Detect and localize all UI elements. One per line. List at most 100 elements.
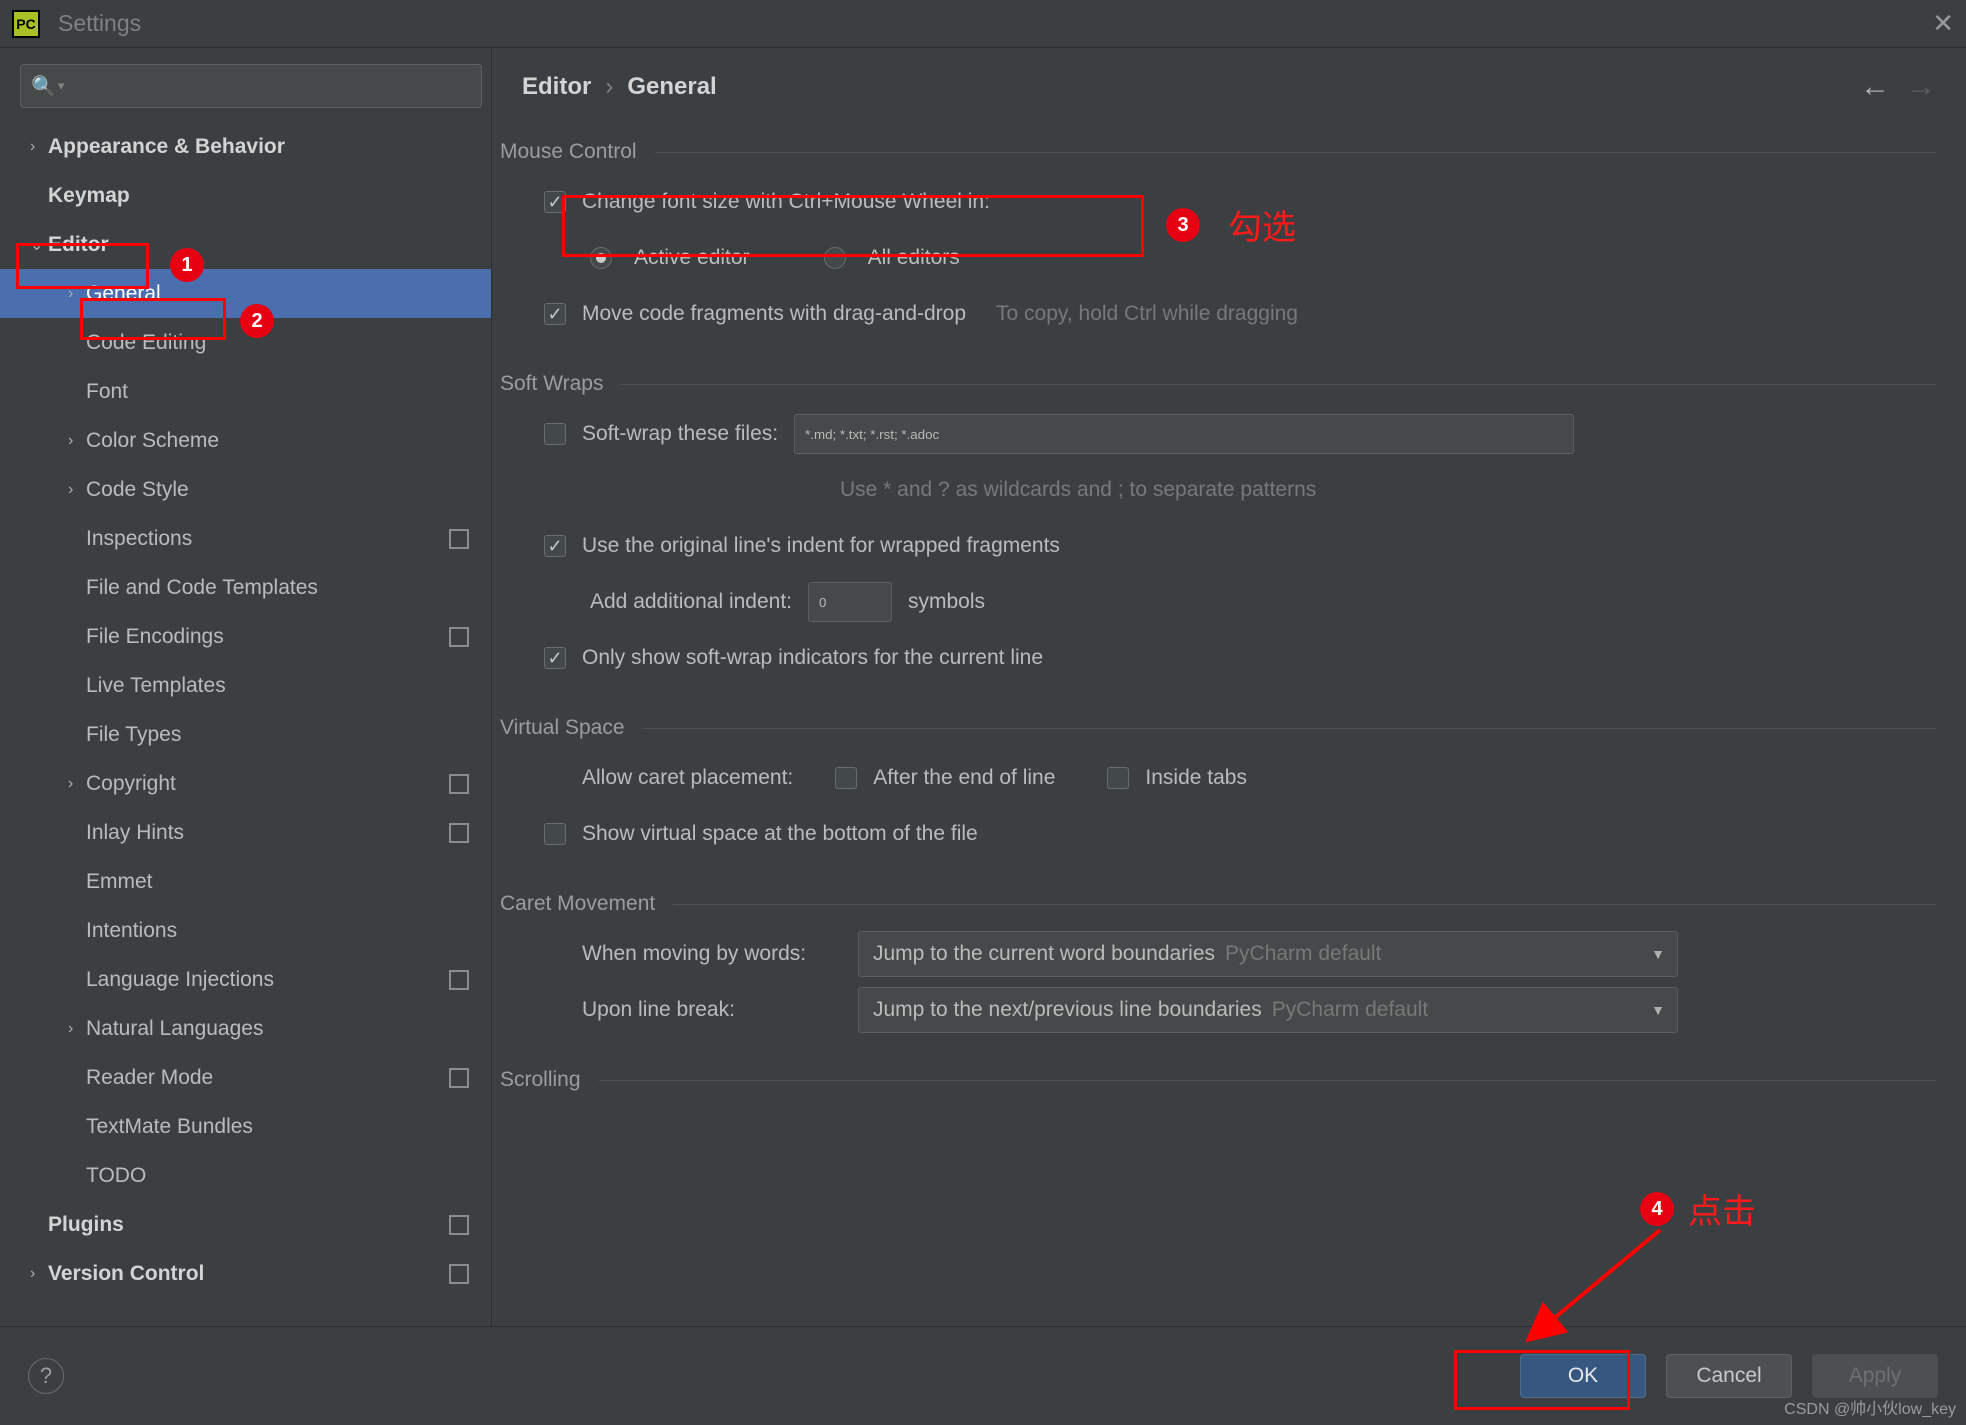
annotation-text-click: 点击 xyxy=(1688,1184,1756,1233)
add-indent-input[interactable] xyxy=(808,582,892,622)
section-title-text: Scrolling xyxy=(500,1068,581,1092)
breadcrumb-leaf: General xyxy=(627,73,716,101)
tree-item-plugins[interactable]: Plugins xyxy=(0,1200,491,1249)
only-current-label[interactable]: Only show soft-wrap indicators for the c… xyxy=(582,646,1043,670)
sidebar: 🔍 ▾ ›Appearance & BehaviorKeymap⌄Editor›… xyxy=(0,48,492,1326)
tree-item-inspections[interactable]: Inspections xyxy=(0,514,491,563)
only-current-row: Only show soft-wrap indicators for the c… xyxy=(500,630,1936,686)
after-eol-checkbox[interactable] xyxy=(835,767,857,789)
softwrap-files-checkbox[interactable] xyxy=(544,423,566,445)
project-scope-icon xyxy=(449,1068,469,1088)
close-icon[interactable]: ✕ xyxy=(1932,8,1954,39)
tree-item-label: Code Style xyxy=(86,478,189,502)
move-drag-checkbox[interactable] xyxy=(544,303,566,325)
tree-item-textmate-bundles[interactable]: TextMate Bundles xyxy=(0,1102,491,1151)
dropdown-icon: ▾ xyxy=(58,78,65,94)
line-break-label: Upon line break: xyxy=(582,998,842,1022)
tree-item-version-control[interactable]: ›Version Control xyxy=(0,1249,491,1298)
ok-button[interactable]: OK xyxy=(1520,1354,1646,1398)
add-indent-row: Add additional indent: symbols xyxy=(500,574,1936,630)
show-virtual-checkbox[interactable] xyxy=(544,823,566,845)
watermark: CSDN @帅小伙low_key xyxy=(1784,1395,1956,1419)
change-font-checkbox[interactable] xyxy=(544,191,566,213)
orig-indent-row: Use the original line's indent for wrapp… xyxy=(500,518,1936,574)
project-scope-icon xyxy=(449,529,469,549)
breadcrumb: Editor › General ← → xyxy=(492,48,1966,126)
inside-tabs-checkbox[interactable] xyxy=(1107,767,1129,789)
all-editors-radio[interactable] xyxy=(824,247,846,269)
titlebar: PC Settings ✕ xyxy=(0,0,1966,48)
after-eol-label[interactable]: After the end of line xyxy=(873,766,1055,790)
tree-item-intentions[interactable]: Intentions xyxy=(0,906,491,955)
tree-item-label: File and Code Templates xyxy=(86,576,318,600)
softwrap-files-label[interactable]: Soft-wrap these files: xyxy=(582,422,778,446)
tree-item-inlay-hints[interactable]: Inlay Hints xyxy=(0,808,491,857)
all-editors-label[interactable]: All editors xyxy=(868,246,960,270)
section-scrolling-title: Scrolling xyxy=(500,1068,1936,1092)
chevron-icon: › xyxy=(30,138,48,156)
chevron-icon: › xyxy=(68,1020,86,1038)
breadcrumb-root[interactable]: Editor xyxy=(522,73,591,101)
tree-item-file-encodings[interactable]: File Encodings xyxy=(0,612,491,661)
show-virtual-label[interactable]: Show virtual space at the bottom of the … xyxy=(582,822,978,846)
footer: ? OK Cancel Apply xyxy=(0,1326,1966,1424)
tree-item-font[interactable]: Font xyxy=(0,367,491,416)
project-scope-icon xyxy=(449,970,469,990)
orig-indent-label[interactable]: Use the original line's indent for wrapp… xyxy=(582,534,1060,558)
content: Mouse Control Change font size with Ctrl… xyxy=(492,126,1966,1326)
line-break-select[interactable]: Jump to the next/previous line boundarie… xyxy=(858,987,1678,1033)
search-icon: 🔍 xyxy=(31,74,56,99)
tree-item-appearance-behavior[interactable]: ›Appearance & Behavior xyxy=(0,122,491,171)
tree-item-copyright[interactable]: ›Copyright xyxy=(0,759,491,808)
tree-item-code-style[interactable]: ›Code Style xyxy=(0,465,491,514)
tree-item-emmet[interactable]: Emmet xyxy=(0,857,491,906)
settings-tree[interactable]: ›Appearance & Behavior Keymap ⌄Editor › Gene… xyxy=(0,118,491,1326)
chevron-icon: › xyxy=(68,775,86,793)
tree-item-label: Color Scheme xyxy=(86,429,219,453)
tree-item-color-scheme[interactable]: ›Color Scheme xyxy=(0,416,491,465)
tree-item-label: Copyright xyxy=(86,772,176,796)
tree-item-label: TODO xyxy=(86,1164,146,1188)
tree-item-label: Editor xyxy=(48,233,109,257)
tree-item-label: File Encodings xyxy=(86,625,224,649)
by-words-select[interactable]: Jump to the current word boundaries PyCh… xyxy=(858,931,1678,977)
tree-item-label: Natural Languages xyxy=(86,1017,263,1041)
by-words-value: Jump to the current word boundaries xyxy=(873,942,1215,966)
tree-item-label: Keymap xyxy=(48,184,130,208)
active-editor-label[interactable]: Active editor xyxy=(634,246,750,270)
tree-item-reader-mode[interactable]: Reader Mode xyxy=(0,1053,491,1102)
move-drag-row: Move code fragments with drag-and-drop T… xyxy=(500,286,1936,342)
show-virtual-row: Show virtual space at the bottom of the … xyxy=(500,806,1936,862)
tree-item-keymap[interactable]: Keymap xyxy=(0,171,491,220)
nav-back-icon[interactable]: ← xyxy=(1860,70,1890,104)
tree-item-label: General xyxy=(86,282,161,306)
chevron-icon: ⌄ xyxy=(30,235,48,255)
annotation-text-check: 勾选 xyxy=(1228,200,1296,249)
tree-item-todo[interactable]: TODO xyxy=(0,1151,491,1200)
tree-item-label: Intentions xyxy=(86,919,177,943)
tree-item-file-types[interactable]: File Types xyxy=(0,710,491,759)
body: 🔍 ▾ ›Appearance & BehaviorKeymap⌄Editor›… xyxy=(0,48,1966,1326)
change-font-row: Change font size with Ctrl+Mouse Wheel i… xyxy=(500,174,1936,230)
annotation-badge-2: 2 xyxy=(240,304,274,338)
help-button[interactable]: ? xyxy=(28,1358,64,1394)
move-drag-label[interactable]: Move code fragments with drag-and-drop xyxy=(582,302,966,326)
tree-item-live-templates[interactable]: Live Templates xyxy=(0,661,491,710)
tree-item-editor[interactable]: ⌄Editor xyxy=(0,220,491,269)
inside-tabs-label[interactable]: Inside tabs xyxy=(1145,766,1247,790)
change-font-label[interactable]: Change font size with Ctrl+Mouse Wheel i… xyxy=(582,190,990,214)
only-current-checkbox[interactable] xyxy=(544,647,566,669)
project-scope-icon xyxy=(449,1215,469,1235)
active-editor-radio[interactable] xyxy=(590,247,612,269)
project-scope-icon xyxy=(449,627,469,647)
orig-indent-checkbox[interactable] xyxy=(544,535,566,557)
tree-item-language-injections[interactable]: Language Injections xyxy=(0,955,491,1004)
section-title-text: Soft Wraps xyxy=(500,372,603,396)
softwrap-files-input[interactable] xyxy=(794,414,1574,454)
tree-item-label: Live Templates xyxy=(86,674,226,698)
search-input[interactable]: 🔍 ▾ xyxy=(20,64,482,108)
tree-item-file-and-code-templates[interactable]: File and Code Templates xyxy=(0,563,491,612)
annotation-badge-1: 1 xyxy=(170,248,204,282)
cancel-button[interactable]: Cancel xyxy=(1666,1354,1792,1398)
tree-item-natural-languages[interactable]: ›Natural Languages xyxy=(0,1004,491,1053)
